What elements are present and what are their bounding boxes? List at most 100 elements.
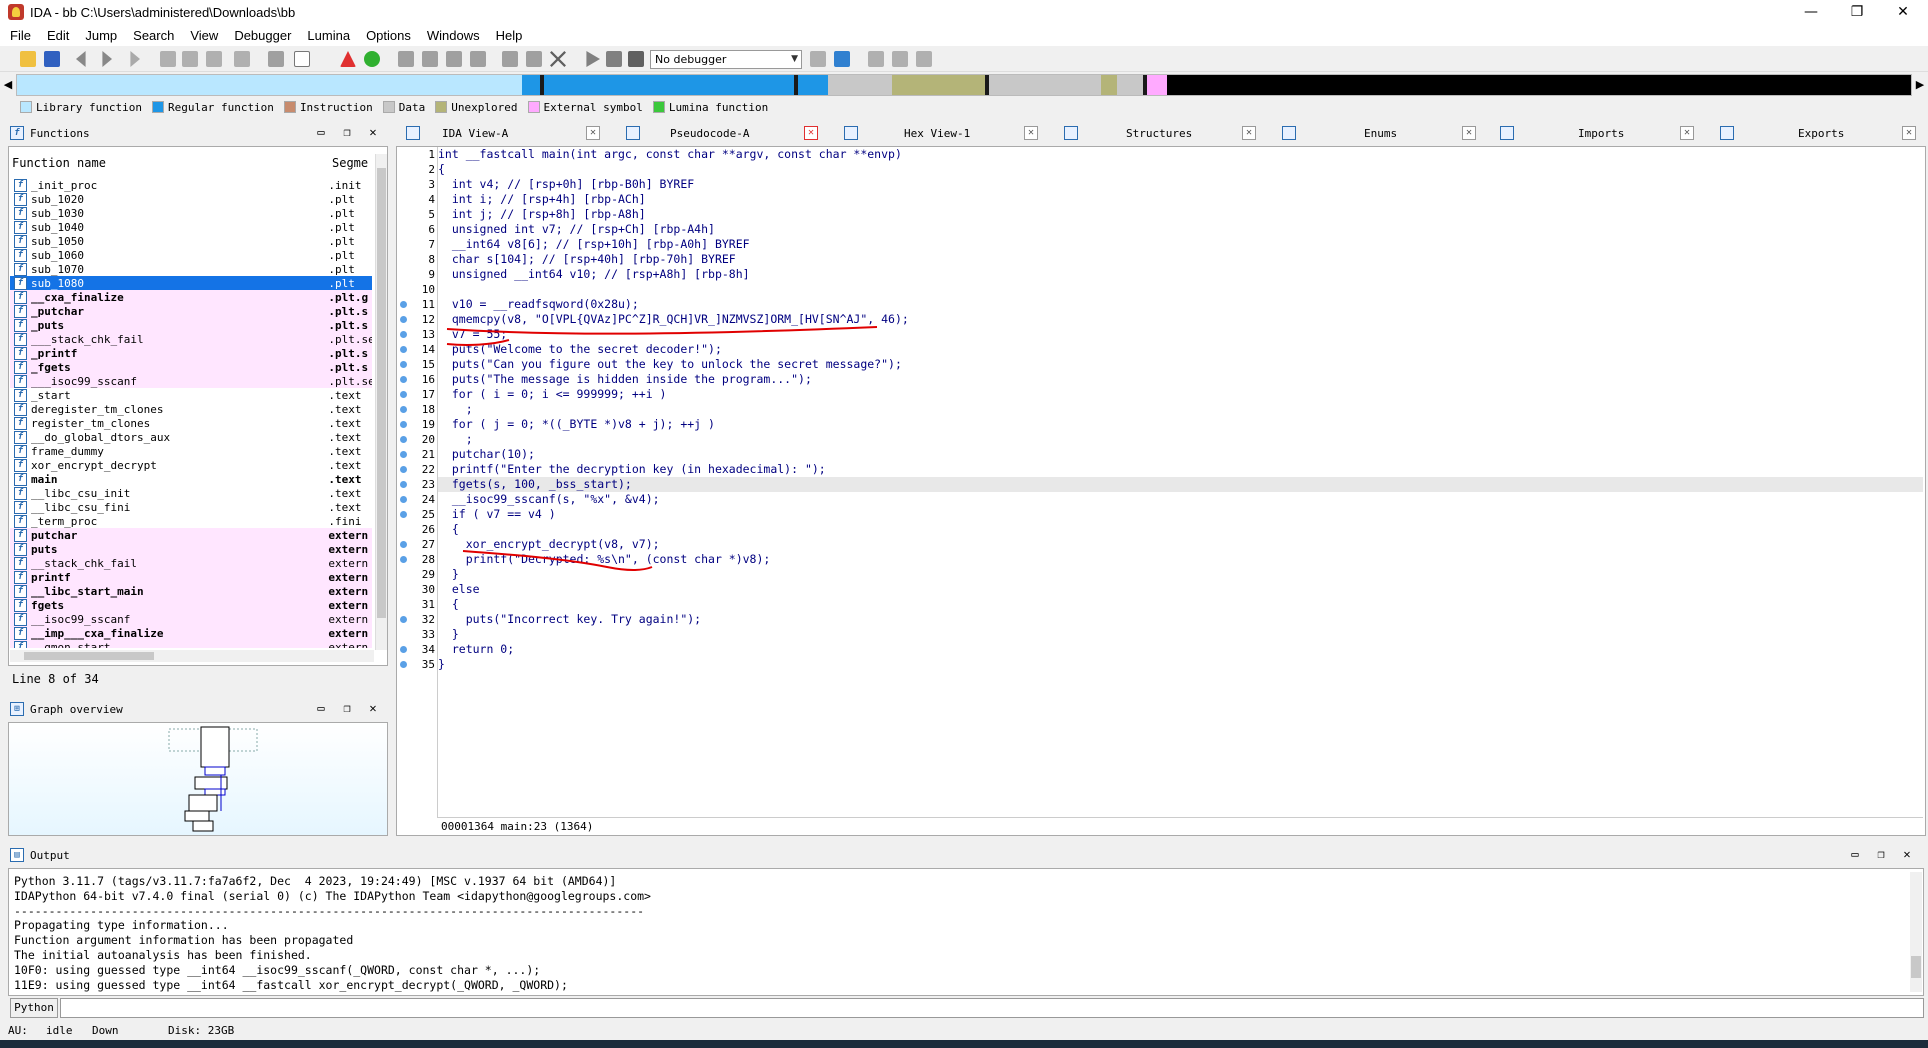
function-row[interactable]: f sub_1040 .plt bbox=[10, 220, 372, 234]
menu-debugger[interactable]: Debugger bbox=[234, 28, 291, 43]
navigation-band[interactable] bbox=[16, 74, 1912, 96]
function-row[interactable]: f sub_1070 .plt bbox=[10, 262, 372, 276]
breakpoint-icon[interactable] bbox=[446, 51, 462, 67]
scrollbar-thumb[interactable] bbox=[24, 652, 154, 660]
layout-icon[interactable] bbox=[892, 51, 908, 67]
edit-function-icon[interactable] bbox=[422, 51, 438, 67]
graph-icon[interactable] bbox=[868, 51, 884, 67]
breakpoint-dot-icon[interactable] bbox=[400, 481, 407, 488]
scrollbar-thumb[interactable] bbox=[1911, 956, 1921, 978]
code-lines[interactable]: int __fastcall main(int argc, const char… bbox=[437, 147, 1923, 835]
function-row[interactable]: f __imp___cxa_finalize extern bbox=[10, 626, 372, 640]
menu-edit[interactable]: Edit bbox=[47, 28, 69, 43]
function-row[interactable]: f xor_encrypt_decrypt .text bbox=[10, 458, 372, 472]
pause-icon[interactable] bbox=[606, 51, 622, 67]
nav-left-arrow-icon[interactable]: ◀ bbox=[2, 74, 14, 96]
close-button[interactable]: ✕ bbox=[1880, 0, 1926, 24]
breakpoint-dot-icon[interactable] bbox=[400, 331, 407, 338]
code-line[interactable] bbox=[438, 282, 1923, 297]
breakpoint-dot-icon[interactable] bbox=[400, 436, 407, 443]
function-row[interactable]: f _start .text bbox=[10, 388, 372, 402]
code-line[interactable]: puts("The message is hidden inside the p… bbox=[438, 372, 1923, 387]
breakpoint-dot-icon[interactable] bbox=[400, 346, 407, 353]
function-name-column-header[interactable]: Function name bbox=[12, 156, 106, 170]
code-line[interactable]: printf("Enter the decryption key (in hex… bbox=[438, 462, 1923, 477]
text-search-icon[interactable] bbox=[182, 51, 198, 67]
cross-icon[interactable] bbox=[550, 51, 566, 67]
code-line[interactable]: v10 = __readfsqword(0x28u); bbox=[438, 297, 1923, 312]
forward-arrow-icon[interactable] bbox=[102, 51, 112, 67]
function-row[interactable]: f _puts .plt.s bbox=[10, 318, 372, 332]
menu-search[interactable]: Search bbox=[133, 28, 174, 43]
function-row[interactable]: f _term_proc .fini bbox=[10, 514, 372, 528]
breakpoint-dot-icon[interactable] bbox=[400, 496, 407, 503]
tab-structures[interactable]: Structures ✕ bbox=[1064, 122, 1260, 144]
code-line[interactable]: fgets(s, 100, _bss_start); bbox=[438, 477, 1923, 492]
tab-enums[interactable]: Enums ✕ bbox=[1282, 122, 1478, 144]
tab-imports[interactable]: Imports ✕ bbox=[1500, 122, 1696, 144]
function-row[interactable]: f deregister_tm_clones .text bbox=[10, 402, 372, 416]
breakpoint-dot-icon[interactable] bbox=[400, 301, 407, 308]
breakpoint-dot-icon[interactable] bbox=[400, 661, 407, 668]
function-row[interactable]: f register_tm_clones .text bbox=[10, 416, 372, 430]
code-line[interactable]: int __fastcall main(int argc, const char… bbox=[438, 147, 1923, 162]
close-icon[interactable]: ✕ bbox=[1462, 126, 1476, 140]
code-line[interactable]: v7 = 55; bbox=[438, 327, 1923, 342]
tab-hex-view[interactable]: Hex View-1 ✕ bbox=[844, 122, 1040, 144]
code-line[interactable]: qmemcpy(v8, "O[VPL{QVAz]PC^Z]R_QCH]VR_]N… bbox=[438, 312, 1923, 327]
code-line[interactable]: { bbox=[438, 162, 1923, 177]
code-line[interactable]: printf("Decrypted: %s\n", (const char *)… bbox=[438, 552, 1923, 567]
breakpoint-dot-icon[interactable] bbox=[400, 511, 407, 518]
function-row[interactable]: f _fgets .plt.s bbox=[10, 360, 372, 374]
code-line[interactable]: } bbox=[438, 657, 1923, 672]
code-line[interactable]: int j; // [rsp+8h] [rbp-A8h] bbox=[438, 207, 1923, 222]
function-row[interactable]: f __isoc99_sscanf extern bbox=[10, 612, 372, 626]
breakpoint-dot-icon[interactable] bbox=[400, 316, 407, 323]
open-folder-icon[interactable] bbox=[20, 51, 36, 67]
close-icon[interactable]: ✕ bbox=[586, 126, 600, 140]
minimize-panel-button[interactable]: ▭ bbox=[308, 701, 334, 715]
breakpoint-dot-icon[interactable] bbox=[400, 466, 407, 473]
function-row[interactable]: f _putchar .plt.s bbox=[10, 304, 372, 318]
code-line[interactable]: unsigned __int64 v10; // [rsp+A8h] [rbp-… bbox=[438, 267, 1923, 282]
code-line[interactable]: puts("Incorrect key. Try again!"); bbox=[438, 612, 1923, 627]
warning-icon[interactable] bbox=[340, 51, 356, 67]
code-line[interactable]: puts("Welcome to the secret decoder!"); bbox=[438, 342, 1923, 357]
python-button[interactable]: Python bbox=[10, 998, 58, 1018]
function-row[interactable]: f __cxa_finalize .plt.g bbox=[10, 290, 372, 304]
close-panel-button[interactable]: ✕ bbox=[360, 125, 386, 139]
code-line[interactable]: { bbox=[438, 597, 1923, 612]
code-line[interactable]: for ( i = 0; i <= 999999; ++i ) bbox=[438, 387, 1923, 402]
code-line[interactable]: char s[104]; // [rsp+40h] [rbp-70h] BYRE… bbox=[438, 252, 1923, 267]
function-row[interactable]: f _init_proc .init bbox=[10, 178, 372, 192]
python-command-input[interactable] bbox=[60, 998, 1924, 1018]
code-line[interactable]: ; bbox=[438, 402, 1923, 417]
breakpoint-dot-icon[interactable] bbox=[400, 406, 407, 413]
breakpoint-dot-icon[interactable] bbox=[400, 556, 407, 563]
binary-search-icon[interactable] bbox=[160, 51, 176, 67]
breakpoint-dot-icon[interactable] bbox=[400, 451, 407, 458]
function-row[interactable]: f __gmon_start__ extern bbox=[10, 640, 372, 648]
menu-help[interactable]: Help bbox=[496, 28, 523, 43]
function-row[interactable]: f sub_1050 .plt bbox=[10, 234, 372, 248]
float-panel-button[interactable]: ❐ bbox=[334, 125, 360, 139]
code-line[interactable]: ; bbox=[438, 432, 1923, 447]
sync-icon[interactable] bbox=[834, 51, 850, 67]
code-line[interactable]: if ( v7 == v4 ) bbox=[438, 507, 1923, 522]
plugin-icon[interactable] bbox=[502, 51, 518, 67]
tab-ida-view[interactable]: IDA View-A ✕ bbox=[406, 122, 604, 144]
code-line[interactable]: int v4; // [rsp+0h] [rbp-B0h] BYREF bbox=[438, 177, 1923, 192]
attach-icon[interactable] bbox=[810, 51, 826, 67]
function-row[interactable]: f __libc_start_main extern bbox=[10, 584, 372, 598]
scrollbar-thumb[interactable] bbox=[377, 168, 386, 618]
breakpoint-dot-icon[interactable] bbox=[400, 421, 407, 428]
close-icon[interactable]: ✕ bbox=[1680, 126, 1694, 140]
function-row[interactable]: f __stack_chk_fail extern bbox=[10, 556, 372, 570]
breakpoint-dot-icon[interactable] bbox=[400, 646, 407, 653]
nav-right-arrow-icon[interactable]: ▶ bbox=[1914, 74, 1926, 96]
float-panel-button[interactable]: ❐ bbox=[334, 701, 360, 715]
trace-icon[interactable] bbox=[470, 51, 486, 67]
code-line[interactable]: { bbox=[438, 522, 1923, 537]
tab-pseudocode[interactable]: Pseudocode-A ✕ bbox=[626, 122, 822, 144]
code-line[interactable]: return 0; bbox=[438, 642, 1923, 657]
